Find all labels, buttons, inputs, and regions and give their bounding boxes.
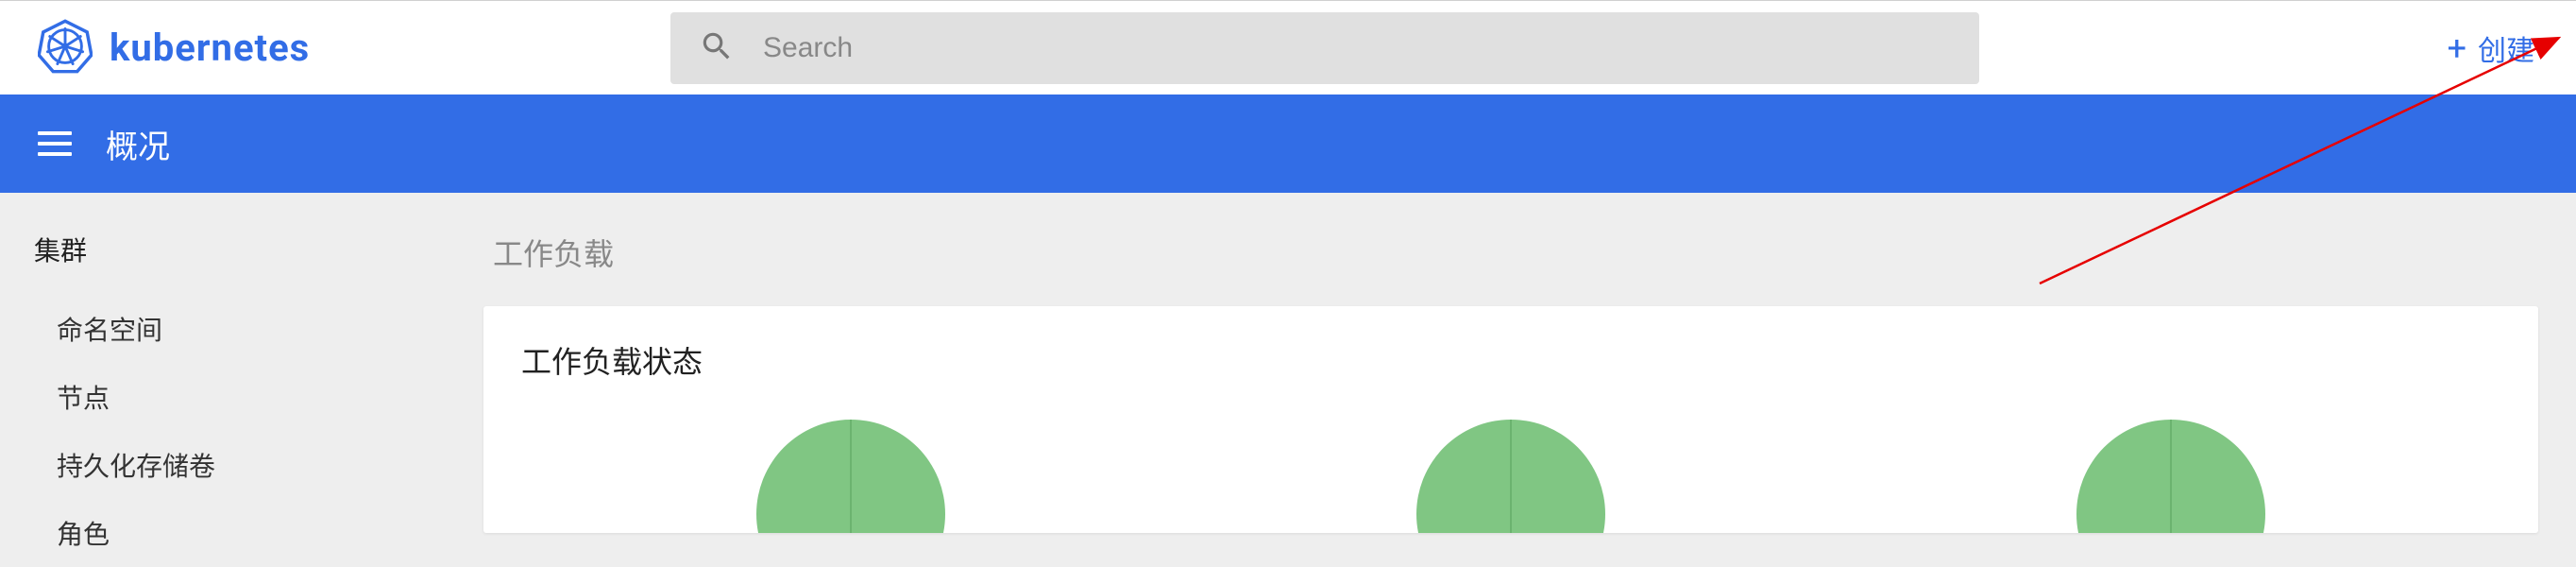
workload-pie-chart-1 — [756, 420, 945, 533]
sidebar-item-roles[interactable]: 角色 — [34, 499, 483, 567]
menu-icon[interactable] — [38, 131, 72, 156]
workload-status-card: 工作负载状态 — [483, 306, 2538, 533]
sidebar-item-persistent-volumes[interactable]: 持久化存储卷 — [34, 431, 483, 499]
main-content: 工作负载 工作负载状态 — [483, 193, 2576, 548]
logo-text: kubernetes — [110, 26, 310, 70]
create-button[interactable]: + 创建 — [2448, 27, 2538, 69]
search-input[interactable] — [763, 32, 1951, 64]
section-title: 工作负载 — [493, 231, 2538, 274]
search-icon — [699, 28, 735, 68]
kubernetes-logo-icon — [38, 19, 93, 77]
secondary-bar: 概况 — [0, 94, 2576, 193]
create-button-label: 创建 — [2478, 27, 2534, 69]
search-box[interactable] — [670, 12, 1979, 84]
card-title: 工作负载状态 — [521, 338, 2500, 382]
page-title: 概况 — [106, 121, 170, 167]
plus-icon: + — [2448, 31, 2466, 65]
sidebar-item-nodes[interactable]: 节点 — [34, 363, 483, 431]
sidebar-section-header: 集群 — [34, 231, 483, 268]
logo[interactable]: kubernetes — [38, 19, 670, 77]
workload-pie-chart-3 — [2076, 420, 2265, 533]
workload-pie-chart-2 — [1416, 420, 1605, 533]
sidebar: 集群 命名空间 节点 持久化存储卷 角色 — [0, 193, 483, 548]
top-bar: kubernetes + 创建 — [0, 0, 2576, 94]
sidebar-item-namespaces[interactable]: 命名空间 — [34, 295, 483, 363]
